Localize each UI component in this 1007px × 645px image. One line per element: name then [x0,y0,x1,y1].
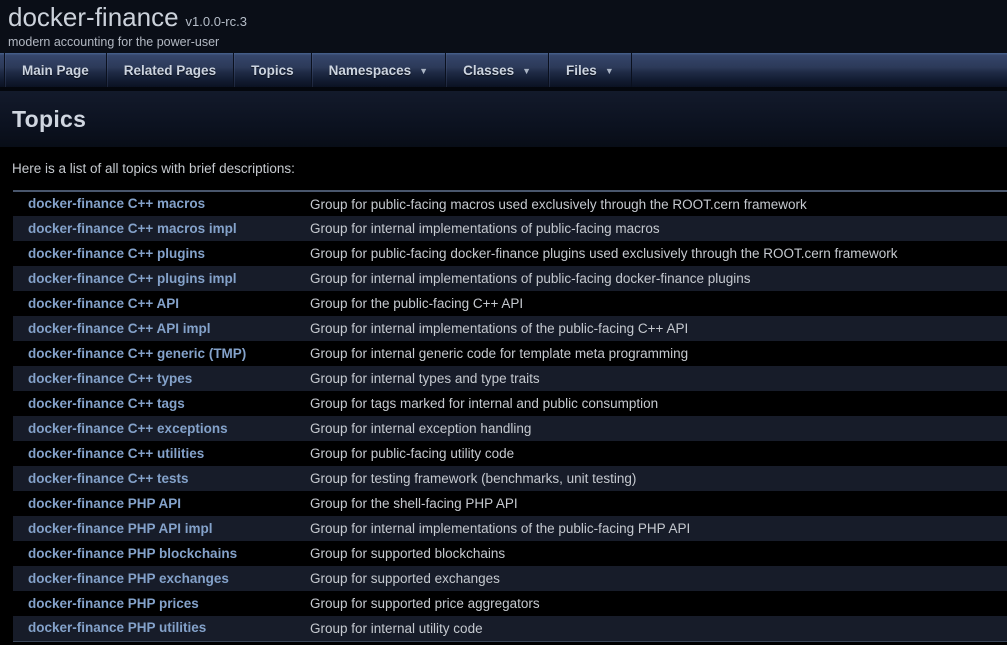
project-brief: modern accounting for the power-user [8,35,1007,49]
topic-description: Group for internal utility code [310,616,1007,641]
topic-link[interactable]: docker-finance C++ tags [28,396,185,411]
topic-description: Group for supported price aggregators [310,591,1007,616]
nav-tab-label: Main Page [22,63,89,78]
topic-description: Group for the shell-facing PHP API [310,491,1007,516]
topic-description: Group for internal exception handling [310,416,1007,441]
topic-link[interactable]: docker-finance C++ plugins impl [28,271,237,286]
chevron-down-icon: ▼ [522,65,531,76]
intro-text: Here is a list of all topics with brief … [12,161,1007,176]
topic-link[interactable]: docker-finance C++ API impl [28,321,211,336]
table-row: docker-finance C++ plugins Group for pub… [13,241,1007,266]
navbar-filler [631,53,1007,87]
nav-tab-label: Classes [463,63,514,78]
nav-tab-label: Related Pages [124,63,216,78]
topic-link[interactable]: docker-finance C++ generic (TMP) [28,346,246,361]
table-row: docker-finance C++ plugins impl Group fo… [13,266,1007,291]
topic-link[interactable]: docker-finance PHP API [28,496,181,511]
topic-link[interactable]: docker-finance C++ plugins [28,246,205,261]
topic-description: Group for internal implementations of th… [310,316,1007,341]
chevron-down-icon: ▼ [605,65,614,76]
table-row: docker-finance PHP utilities Group for i… [13,616,1007,641]
topic-description: Group for supported exchanges [310,566,1007,591]
topic-link[interactable]: docker-finance C++ API [28,296,179,311]
topic-link[interactable]: docker-finance PHP prices [28,596,199,611]
nav-tab-topics[interactable]: Topics [233,53,311,87]
topic-description: Group for public-facing macros used excl… [310,191,1007,216]
page-header: Topics [0,91,1007,147]
project-name: docker-finance [8,2,179,33]
table-row: docker-finance C++ generic (TMP) Group f… [13,341,1007,366]
chevron-down-icon: ▼ [419,65,428,76]
table-row: docker-finance PHP API impl Group for in… [13,516,1007,541]
nav-tab-main-page[interactable]: Main Page [4,53,106,87]
topic-link[interactable]: docker-finance PHP blockchains [28,546,237,561]
topic-description: Group for testing framework (benchmarks,… [310,466,1007,491]
topic-description: Group for the public-facing C++ API [310,291,1007,316]
topic-description: Group for internal implementations of pu… [310,266,1007,291]
nav-tab-label: Topics [251,63,294,78]
topic-description: Group for supported blockchains [310,541,1007,566]
table-row: docker-finance PHP prices Group for supp… [13,591,1007,616]
topic-link[interactable]: docker-finance C++ macros impl [28,221,237,236]
table-row: docker-finance C++ macros Group for publ… [13,191,1007,216]
table-row: docker-finance C++ API Group for the pub… [13,291,1007,316]
project-version: v1.0.0-rc.3 [186,14,247,29]
topic-link[interactable]: docker-finance C++ types [28,371,192,386]
topic-description: Group for internal generic code for temp… [310,341,1007,366]
topic-link[interactable]: docker-finance C++ macros [28,196,205,211]
topic-description: Group for tags marked for internal and p… [310,391,1007,416]
table-row: docker-finance PHP exchanges Group for s… [13,566,1007,591]
nav-tab-label: Files [566,63,597,78]
topic-link[interactable]: docker-finance PHP API impl [28,521,213,536]
table-row: docker-finance C++ types Group for inter… [13,366,1007,391]
nav-tab-classes[interactable]: Classes ▼ [445,53,548,87]
topic-description: Group for internal implementations of pu… [310,216,1007,241]
topic-description: Group for internal types and type traits [310,366,1007,391]
table-row: docker-finance C++ exceptions Group for … [13,416,1007,441]
table-row: docker-finance PHP blockchains Group for… [13,541,1007,566]
topic-description: Group for public-facing utility code [310,441,1007,466]
table-row: docker-finance C++ tests Group for testi… [13,466,1007,491]
table-row: docker-finance C++ API impl Group for in… [13,316,1007,341]
table-row: docker-finance PHP API Group for the she… [13,491,1007,516]
nav-tab-namespaces[interactable]: Namespaces ▼ [311,53,445,87]
topic-link[interactable]: docker-finance PHP utilities [28,620,206,635]
topic-description: Group for internal implementations of th… [310,516,1007,541]
topic-link[interactable]: docker-finance C++ tests [28,471,189,486]
nav-tab-files[interactable]: Files ▼ [548,53,631,87]
main-navbar: Main Page Related Pages Topics Namespace… [0,53,1007,88]
nav-tab-label: Namespaces [329,63,412,78]
topic-link[interactable]: docker-finance C++ exceptions [28,421,228,436]
table-row: docker-finance C++ tags Group for tags m… [13,391,1007,416]
topic-link[interactable]: docker-finance C++ utilities [28,446,204,461]
table-row: docker-finance C++ macros impl Group for… [13,216,1007,241]
contents: Here is a list of all topics with brief … [0,161,1007,642]
nav-tab-related-pages[interactable]: Related Pages [106,53,233,87]
topic-link[interactable]: docker-finance PHP exchanges [28,571,229,586]
page-title: Topics [12,106,86,133]
topic-description: Group for public-facing docker-finance p… [310,241,1007,266]
table-row: docker-finance C++ utilities Group for p… [13,441,1007,466]
topics-table: docker-finance C++ macros Group for publ… [13,190,1007,642]
title-area: docker-finance v1.0.0-rc.3 modern accoun… [0,0,1007,53]
